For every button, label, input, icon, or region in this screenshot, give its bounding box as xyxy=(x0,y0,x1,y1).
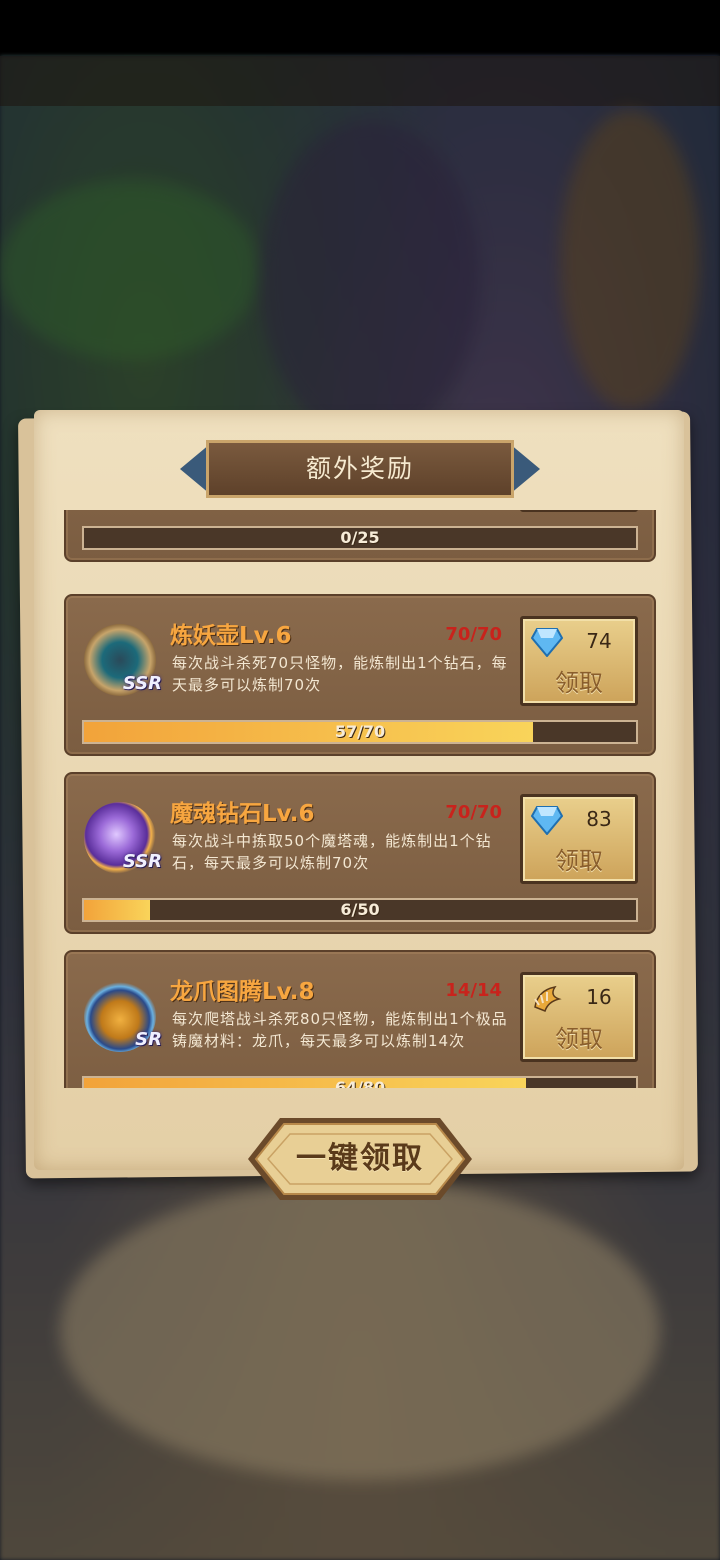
rarity-badge: SSR xyxy=(122,673,162,694)
claim-button-partial[interactable] xyxy=(520,510,638,512)
progress-bar: 0/25 xyxy=(82,526,638,550)
reward-amount: 16 xyxy=(586,985,612,1009)
item-description: 每次爬塔战斗杀死80只怪物，能炼制出1个极品铸魔材料：龙爪，每天最多可以炼制14… xyxy=(172,1010,508,1050)
claim-button[interactable]: 16 领取 xyxy=(520,972,638,1062)
daily-count: 70/70 xyxy=(445,802,502,823)
item-icon-cauldron: SSR xyxy=(84,624,162,696)
panel-title: 额外奖励 xyxy=(305,454,414,483)
item-name: 魔魂钻石Lv.6 xyxy=(170,801,315,827)
rarity-badge: SR xyxy=(135,1029,162,1050)
reward-card: SSR 魔魂钻石Lv.6 70/70 每次战斗中拣取50个魔塔魂，能炼制出1个钻… xyxy=(64,772,656,934)
title-banner: 额外奖励 xyxy=(180,440,540,498)
progress-text: 6/50 xyxy=(340,900,380,919)
item-description: 每次战斗杀死70只怪物，能炼制出1个钻石，每天最多可以炼制70次 xyxy=(172,654,508,694)
reward-amount: 74 xyxy=(586,629,612,653)
daily-count: 14/14 xyxy=(445,980,502,1001)
claim-label: 领取 xyxy=(555,669,603,697)
item-name: 龙爪图腾Lv.8 xyxy=(170,979,315,1005)
diamond-icon xyxy=(531,628,563,657)
rarity-badge: SSR xyxy=(122,851,162,872)
reward-card: SR 龙爪图腾Lv.8 14/14 每次爬塔战斗杀死80只怪物，能炼制出1个极品… xyxy=(64,950,656,1088)
progress-text: 0/25 xyxy=(340,528,380,547)
progress-text: 64/80 xyxy=(334,1078,386,1088)
item-name: 炼妖壶Lv.6 xyxy=(170,623,292,649)
status-bar xyxy=(0,0,720,56)
reward-card: SSR 炼妖壶Lv.6 70/70 每次战斗杀死70只怪物，能炼制出1个钻石，每… xyxy=(64,594,656,756)
progress-text: 57/70 xyxy=(334,722,386,741)
daily-count: 70/70 xyxy=(445,624,502,645)
claim-button[interactable]: 74 领取 xyxy=(520,616,638,706)
reward-amount: 83 xyxy=(586,807,612,831)
claim-all-button[interactable]: 一键领取 xyxy=(246,1116,474,1202)
progress-bar: 64/80 xyxy=(82,1076,638,1088)
dragon-claw-icon xyxy=(534,985,562,1012)
reward-list[interactable]: 0/25 SSR 炼妖壶Lv.6 70/70 每次战斗杀死70只怪物，能炼制出1… xyxy=(64,510,656,1088)
claim-label: 领取 xyxy=(555,847,603,875)
item-icon-soul-diamond: SSR xyxy=(84,802,162,874)
item-description: 每次战斗中拣取50个魔塔魂，能炼制出1个钻石，每天最多可以炼制70次 xyxy=(172,832,492,872)
item-icon-dragon-totem: SR xyxy=(84,980,162,1052)
claim-label: 领取 xyxy=(555,1025,603,1053)
reward-card-partial: 0/25 xyxy=(64,510,656,562)
claim-button[interactable]: 83 领取 xyxy=(520,794,638,884)
progress-bar: 6/50 xyxy=(82,898,638,922)
claim-all-label: 一键领取 xyxy=(296,1141,424,1176)
diamond-icon xyxy=(531,806,563,835)
progress-bar: 57/70 xyxy=(82,720,638,744)
